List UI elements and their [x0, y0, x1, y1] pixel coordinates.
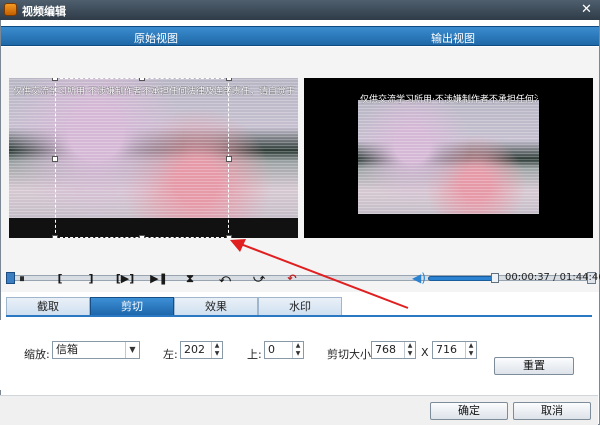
left-label: 左:	[163, 348, 178, 361]
height-value: 716	[436, 343, 457, 356]
volume-slider[interactable]	[428, 276, 498, 281]
zoom-label: 缩放:	[24, 348, 50, 361]
left-stepper-arrows: ▲ ▼	[211, 342, 222, 358]
play-segment-button[interactable]: [▶]	[114, 271, 136, 287]
window-title: 视频编辑	[22, 5, 66, 18]
down-arrow-icon[interactable]: ▼	[466, 350, 476, 358]
speaker-icon[interactable]: ◀)	[412, 271, 426, 285]
crop-handle-tl[interactable]	[52, 78, 58, 81]
original-view-label: 原始视图	[134, 32, 178, 45]
crop-handle-tm[interactable]	[139, 78, 145, 81]
crop-handle-ml[interactable]	[52, 156, 58, 162]
flip-vertical-button[interactable]: ⧗	[182, 271, 198, 287]
reset-button[interactable]: 重置	[494, 357, 574, 375]
crop-handle-bm[interactable]	[139, 235, 145, 238]
next-frame-button[interactable]: ▶❚	[149, 271, 169, 287]
chevron-down-icon[interactable]: ▼	[125, 342, 139, 358]
up-arrow-icon[interactable]: ▲	[212, 342, 222, 350]
down-arrow-icon[interactable]: ▼	[405, 350, 415, 358]
zoom-select-value: 信箱	[56, 343, 78, 356]
tab-watermark[interactable]: 水印	[258, 297, 342, 315]
top-stepper-arrows: ▲ ▼	[292, 342, 303, 358]
rotate-right-button[interactable]: ⤻	[251, 271, 267, 287]
output-video-caption: 仅供交流学习所用·不涉嫌制作者不承担任何法律及连带责任，请自觉于下载后24小时内…	[360, 95, 538, 105]
crop-size-label: 剪切大小:	[327, 348, 375, 361]
view-header: 原始视图 输出视图	[1, 26, 599, 46]
output-video: 仅供交流学习所用·不涉嫌制作者不承担任何法律及连带责任，请自觉于下载后24小时内…	[304, 78, 593, 238]
volume-knob[interactable]	[491, 273, 499, 283]
mark-out-button[interactable]: ]	[83, 271, 99, 287]
left-stepper[interactable]: 202 ▲ ▼	[180, 341, 223, 359]
output-video-frame	[358, 100, 539, 214]
width-value: 768	[375, 343, 396, 356]
output-view-label: 输出视图	[431, 32, 475, 45]
down-arrow-icon[interactable]: ▼	[293, 350, 303, 358]
tab-crop[interactable]: 剪切	[90, 297, 174, 315]
up-arrow-icon[interactable]: ▲	[466, 342, 476, 350]
top-stepper[interactable]: 0 ▲ ▼	[264, 341, 304, 359]
height-stepper-arrows: ▲ ▼	[465, 342, 476, 358]
crop-params: 缩放: 信箱 ▼ 左: 202 ▲ ▼ 上: 0 ▲ ▼ 剪切大小: 768 ▲ ▼ …	[0, 320, 598, 390]
up-arrow-icon[interactable]: ▲	[293, 342, 303, 350]
tab-capture[interactable]: 截取	[6, 297, 90, 315]
crop-handle-tr[interactable]	[226, 78, 232, 81]
app-icon	[4, 3, 17, 16]
tab-effect[interactable]: 效果	[174, 297, 258, 315]
top-value: 0	[268, 343, 275, 356]
title-bar: 视频编辑 ✕	[0, 0, 600, 20]
top-label: 上:	[247, 348, 262, 361]
pause-button[interactable]: ⏸	[14, 271, 30, 287]
mark-in-button[interactable]: [	[52, 271, 68, 287]
crop-handle-br[interactable]	[226, 235, 232, 238]
original-video[interactable]: 仅供交流学习所用·不涉嫌制作者不承担任何法律及连带责任，请自觉于下载后24小时内…	[9, 78, 298, 238]
ok-button[interactable]: 确定	[430, 402, 508, 420]
zoom-select[interactable]: 信箱 ▼	[52, 341, 140, 359]
time-display: 00:00:37 / 01:44:46	[505, 272, 600, 283]
footer-bar: 确定 取消	[0, 395, 598, 425]
up-arrow-icon[interactable]: ▲	[405, 342, 415, 350]
height-stepper[interactable]: 716 ▲ ▼	[432, 341, 477, 359]
cancel-button[interactable]: 取消	[513, 402, 591, 420]
tab-bar: 截取 剪切 效果 水印	[6, 297, 592, 317]
crop-handle-mr[interactable]	[226, 156, 232, 162]
crop-box[interactable]	[52, 78, 232, 238]
down-arrow-icon[interactable]: ▼	[212, 350, 222, 358]
rotate-left-button[interactable]: ⤺	[217, 271, 233, 287]
left-value: 202	[184, 343, 205, 356]
crop-handle-bl[interactable]	[52, 235, 58, 238]
close-icon[interactable]: ✕	[579, 2, 594, 17]
width-stepper-arrows: ▲ ▼	[404, 342, 415, 358]
undo-button[interactable]: ↶	[284, 271, 300, 287]
preview-area: 仅供交流学习所用·不涉嫌制作者不承担任何法律及连带责任，请自觉于下载后24小时内…	[1, 47, 599, 292]
width-stepper[interactable]: 768 ▲ ▼	[371, 341, 416, 359]
size-separator: X	[421, 346, 429, 359]
